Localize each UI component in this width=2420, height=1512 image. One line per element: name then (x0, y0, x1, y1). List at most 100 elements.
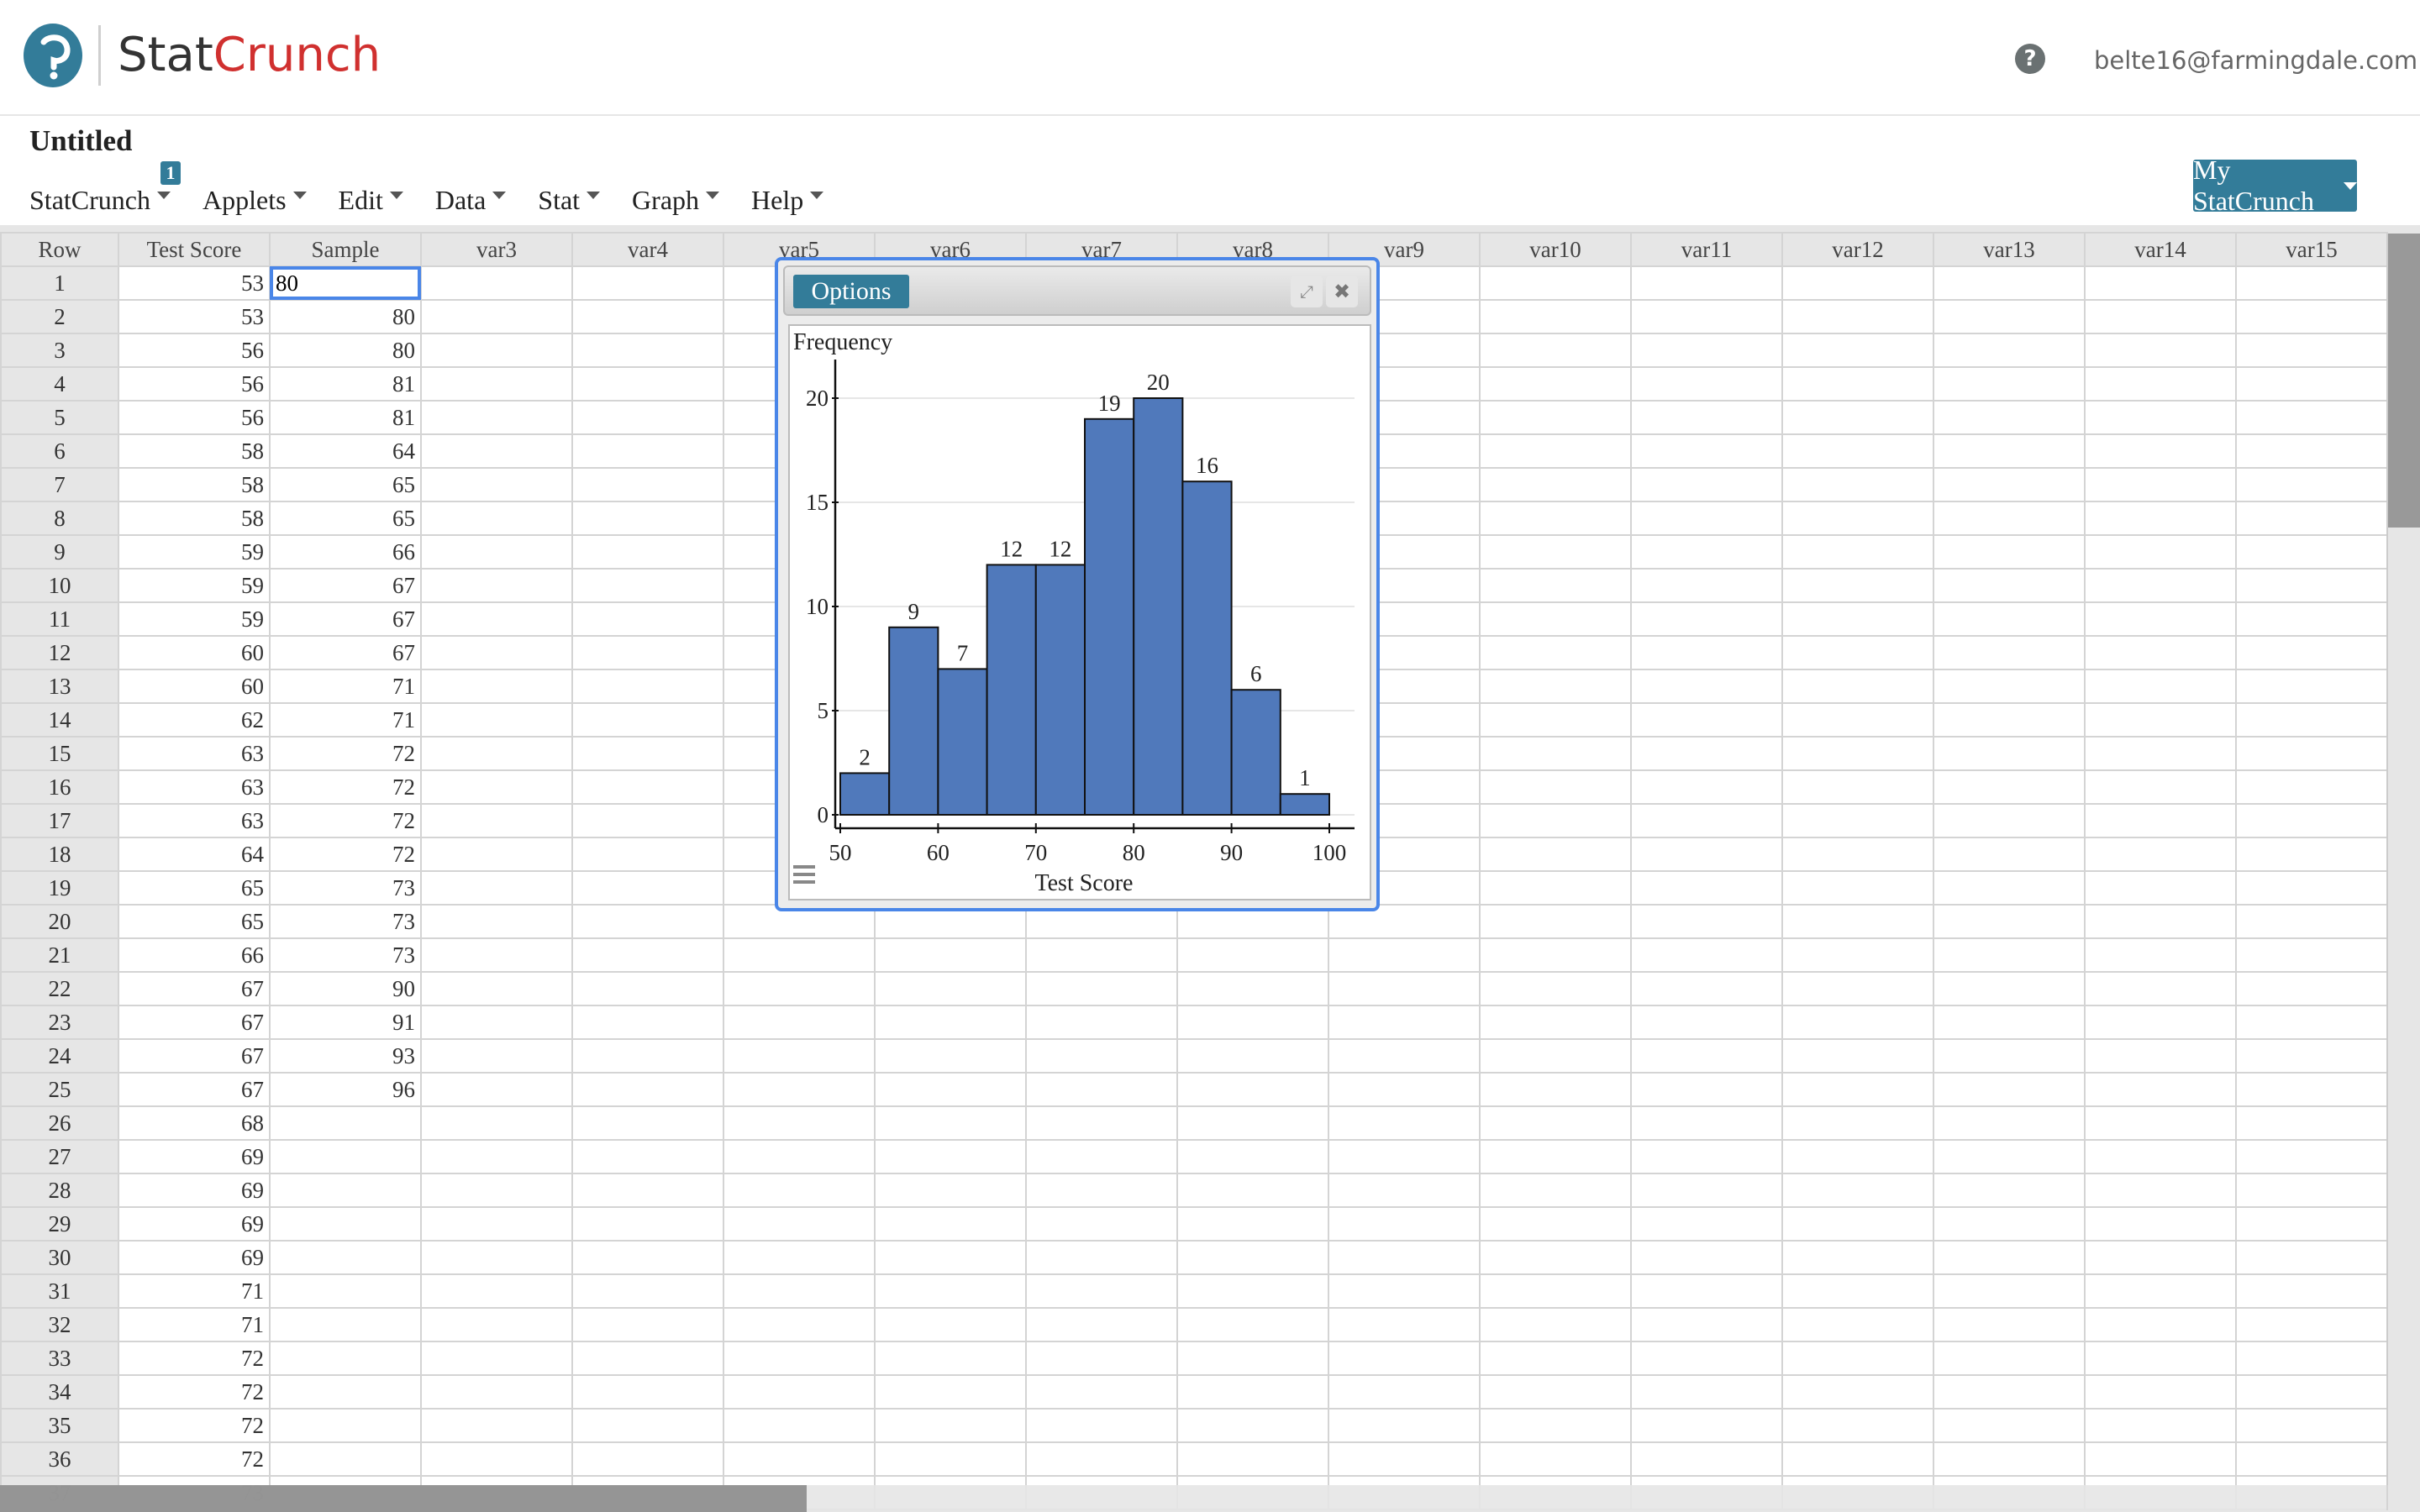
empty-cell[interactable] (1630, 1038, 1783, 1074)
histogram-bar[interactable] (888, 626, 939, 816)
empty-cell[interactable] (1176, 1105, 1329, 1141)
empty-cell[interactable] (1933, 769, 2086, 805)
empty-cell[interactable] (420, 299, 573, 334)
empty-cell[interactable] (1479, 937, 1632, 973)
selected-cell-sample[interactable]: 80 (269, 265, 422, 301)
empty-cell[interactable] (420, 467, 573, 502)
empty-cell[interactable] (2235, 870, 2388, 906)
empty-cell[interactable] (1328, 1307, 1481, 1342)
empty-cell[interactable] (1781, 299, 1934, 334)
empty-cell[interactable] (1630, 534, 1783, 570)
empty-cell[interactable] (1630, 366, 1783, 402)
empty-cell[interactable] (1630, 1441, 1783, 1477)
empty-cell[interactable] (1933, 1374, 2086, 1410)
empty-cell[interactable] (1781, 904, 1934, 939)
empty-cell[interactable] (420, 1408, 573, 1443)
empty-cell[interactable] (2084, 568, 2237, 603)
empty-cell[interactable] (2084, 769, 2237, 805)
empty-cell[interactable] (1479, 433, 1632, 469)
empty-cell[interactable] (571, 837, 724, 872)
empty-cell[interactable] (1933, 803, 2086, 838)
cell-test-score[interactable]: 67 (118, 1038, 271, 1074)
empty-cell[interactable] (2235, 1105, 2388, 1141)
empty-cell[interactable] (1933, 1441, 2086, 1477)
empty-cell[interactable] (2235, 265, 2388, 301)
empty-cell[interactable] (1933, 400, 2086, 435)
empty-cell[interactable] (1328, 1072, 1481, 1107)
row-number[interactable]: 3 (0, 333, 119, 368)
empty-cell[interactable] (1479, 1005, 1632, 1040)
vertical-scrollbar[interactable] (2386, 234, 2420, 1485)
empty-cell[interactable] (1025, 971, 1178, 1006)
empty-cell[interactable] (571, 299, 724, 334)
row-number[interactable]: 26 (0, 1105, 119, 1141)
empty-cell[interactable] (1781, 1038, 1934, 1074)
empty-cell[interactable] (2235, 904, 2388, 939)
empty-cell[interactable] (874, 1374, 1027, 1410)
empty-cell[interactable] (2235, 937, 2388, 973)
empty-cell[interactable] (1479, 265, 1632, 301)
column-header[interactable]: var12 (1781, 232, 1934, 267)
empty-cell[interactable] (1176, 1408, 1329, 1443)
empty-cell[interactable] (1479, 1307, 1632, 1342)
empty-cell[interactable] (2235, 467, 2388, 502)
empty-cell[interactable] (1176, 1038, 1329, 1074)
empty-cell[interactable] (1781, 467, 1934, 502)
empty-cell[interactable] (420, 1441, 573, 1477)
column-header[interactable]: var3 (420, 232, 573, 267)
row-number[interactable]: 10 (0, 568, 119, 603)
cell-test-score[interactable]: 56 (118, 366, 271, 402)
empty-cell[interactable] (420, 1240, 573, 1275)
empty-cell[interactable] (1328, 1240, 1481, 1275)
empty-cell[interactable] (2235, 1240, 2388, 1275)
column-header[interactable]: var4 (571, 232, 724, 267)
empty-cell[interactable] (2235, 601, 2388, 637)
empty-cell[interactable] (2235, 971, 2388, 1006)
row-number[interactable]: 4 (0, 366, 119, 402)
cell-sample[interactable]: 73 (269, 937, 422, 973)
row-number[interactable]: 2 (0, 299, 119, 334)
menu-graph[interactable]: Graph (632, 185, 720, 216)
cell-sample[interactable] (269, 1273, 422, 1309)
empty-cell[interactable] (2235, 1307, 2388, 1342)
empty-cell[interactable] (420, 400, 573, 435)
empty-cell[interactable] (1933, 702, 2086, 738)
row-number[interactable]: 9 (0, 534, 119, 570)
empty-cell[interactable] (1479, 1441, 1632, 1477)
cell-sample[interactable]: 72 (269, 769, 422, 805)
empty-cell[interactable] (2235, 568, 2388, 603)
question-circle-icon[interactable]: ? (2015, 44, 2045, 74)
cell-test-score[interactable]: 59 (118, 568, 271, 603)
empty-cell[interactable] (1781, 1374, 1934, 1410)
empty-cell[interactable] (1630, 433, 1783, 469)
cell-test-score[interactable]: 67 (118, 1005, 271, 1040)
empty-cell[interactable] (1630, 1139, 1783, 1174)
empty-cell[interactable] (420, 568, 573, 603)
empty-cell[interactable] (1630, 265, 1783, 301)
empty-cell[interactable] (1630, 400, 1783, 435)
empty-cell[interactable] (1630, 937, 1783, 973)
empty-cell[interactable] (420, 1307, 573, 1342)
cell-test-score[interactable]: 65 (118, 870, 271, 906)
empty-cell[interactable] (1328, 1038, 1481, 1074)
empty-cell[interactable] (1025, 1038, 1178, 1074)
row-number[interactable]: 5 (0, 400, 119, 435)
empty-cell[interactable] (2084, 635, 2237, 670)
empty-cell[interactable] (1781, 736, 1934, 771)
empty-cell[interactable] (874, 1206, 1027, 1242)
cell-sample[interactable]: 64 (269, 433, 422, 469)
empty-cell[interactable] (1781, 601, 1934, 637)
empty-cell[interactable] (1479, 1408, 1632, 1443)
empty-cell[interactable] (2084, 904, 2237, 939)
empty-cell[interactable] (2235, 1038, 2388, 1074)
empty-cell[interactable] (571, 635, 724, 670)
empty-cell[interactable] (1933, 937, 2086, 973)
empty-cell[interactable] (1781, 837, 1934, 872)
cell-sample[interactable] (269, 1139, 422, 1174)
empty-cell[interactable] (1479, 803, 1632, 838)
cell-sample[interactable]: 90 (269, 971, 422, 1006)
cell-sample[interactable] (269, 1341, 422, 1376)
cell-test-score[interactable]: 72 (118, 1408, 271, 1443)
empty-cell[interactable] (420, 1005, 573, 1040)
cell-sample[interactable]: 66 (269, 534, 422, 570)
